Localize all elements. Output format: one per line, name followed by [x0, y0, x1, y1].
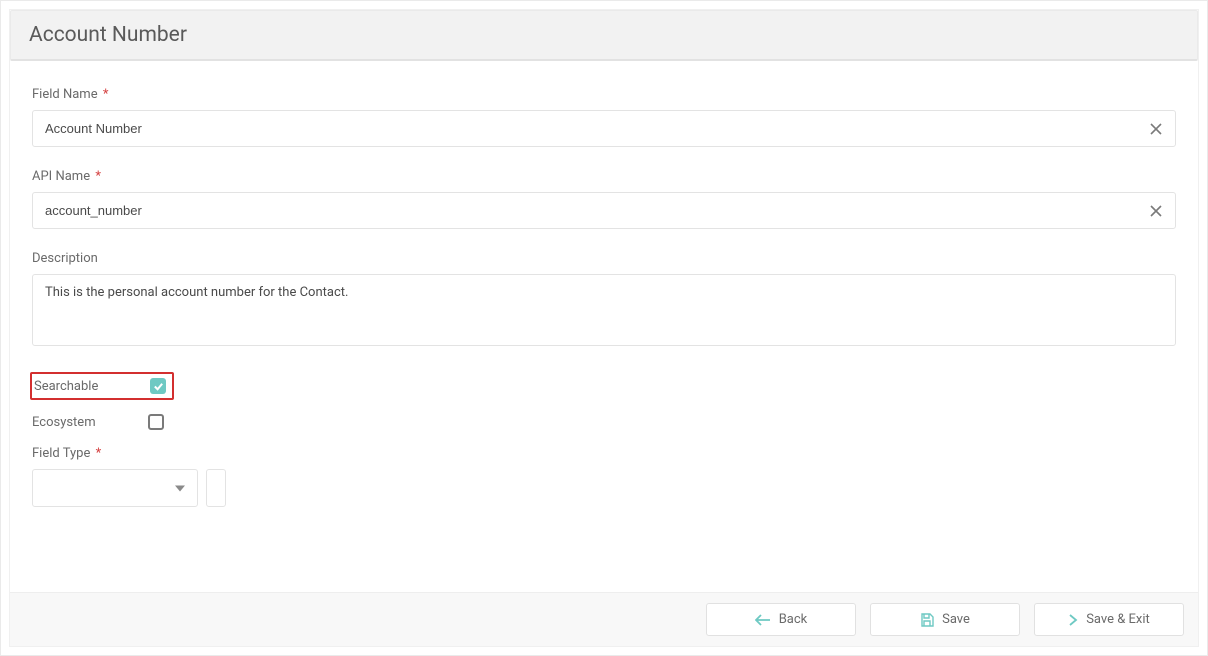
searchable-label: Searchable: [34, 379, 150, 394]
description-label: Description: [32, 251, 1176, 266]
field-type-aux-button[interactable]: [206, 469, 226, 507]
save-exit-button-label: Save & Exit: [1086, 612, 1150, 627]
field-type-label: Field Type: [32, 446, 90, 461]
api-name-input-wrap: [32, 192, 1176, 229]
save-exit-button[interactable]: Save & Exit: [1034, 603, 1184, 636]
form-panel: Account Number Field Name * API Name *: [9, 9, 1199, 647]
searchable-row: Searchable: [30, 372, 174, 400]
field-name-group: Field Name *: [32, 87, 1176, 147]
ecosystem-checkbox[interactable]: [148, 414, 164, 430]
required-asterisk: *: [96, 446, 102, 461]
description-group: Description: [32, 251, 1176, 350]
api-name-label: API Name: [32, 169, 90, 184]
clear-field-name-icon[interactable]: [1148, 121, 1164, 137]
field-name-input-wrap: [32, 110, 1176, 147]
field-type-row: [32, 469, 1176, 507]
field-name-label-row: Field Name *: [32, 87, 1176, 102]
save-button-label: Save: [942, 612, 970, 627]
field-name-label: Field Name: [32, 87, 98, 102]
api-name-group: API Name *: [32, 169, 1176, 229]
save-icon: [920, 613, 934, 627]
required-asterisk: *: [95, 169, 101, 184]
field-type-select[interactable]: [32, 469, 198, 507]
searchable-checkbox[interactable]: [150, 378, 166, 394]
field-type-label-row: Field Type *: [32, 446, 1176, 461]
description-textarea[interactable]: [32, 274, 1176, 346]
caret-down-icon: [175, 481, 185, 496]
field-name-input[interactable]: [32, 110, 1176, 147]
api-name-label-row: API Name *: [32, 169, 1176, 184]
ecosystem-row: Ecosystem: [32, 414, 1176, 430]
form-body: Field Name * API Name *: [10, 61, 1198, 592]
back-button[interactable]: Back: [706, 603, 856, 636]
clear-api-name-icon[interactable]: [1148, 203, 1164, 219]
footer-bar: Back Save Save & Exit: [10, 592, 1198, 646]
api-name-input[interactable]: [32, 192, 1176, 229]
save-button[interactable]: Save: [870, 603, 1020, 636]
field-type-group: Field Type *: [32, 446, 1176, 507]
back-button-label: Back: [779, 612, 808, 627]
page-title: Account Number: [29, 23, 1179, 47]
panel-header: Account Number: [10, 10, 1198, 61]
ecosystem-label: Ecosystem: [32, 415, 148, 430]
required-asterisk: *: [103, 87, 109, 102]
arrow-left-icon: [755, 614, 771, 626]
chevron-right-icon: [1068, 613, 1078, 627]
